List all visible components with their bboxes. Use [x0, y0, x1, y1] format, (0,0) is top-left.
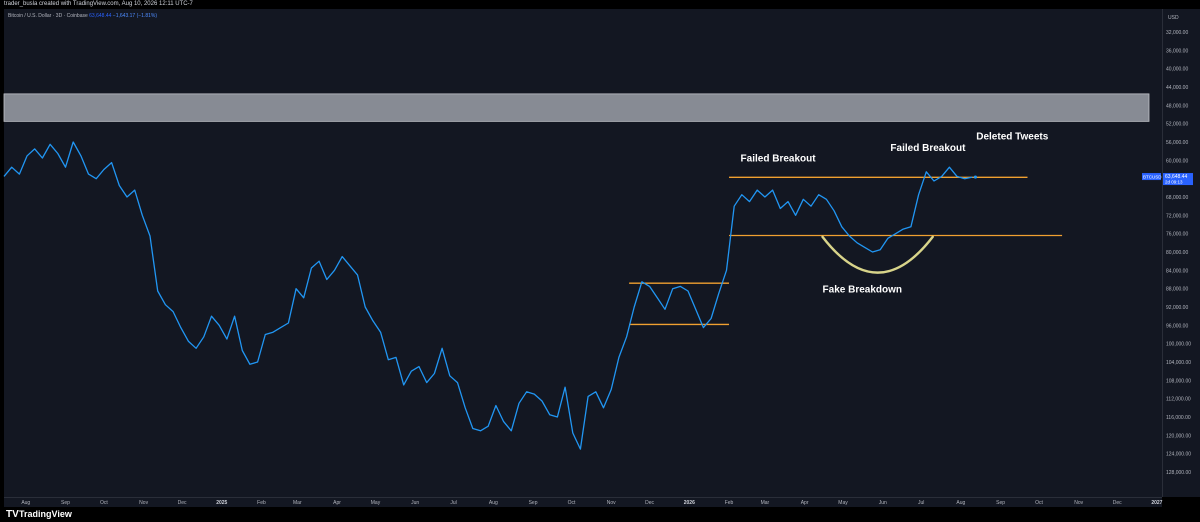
price-tick: 96,000.00	[1166, 323, 1188, 329]
time-tick: May	[371, 500, 381, 506]
annotation-3: Deleted Tweets	[976, 132, 1048, 143]
time-tick: Dec	[178, 500, 187, 506]
fake-breakdown-arc-layer	[821, 235, 934, 274]
annotation-4: Fake Breakdown	[823, 284, 902, 295]
price-line-layer	[3, 141, 973, 450]
badge-time: 2d 09:13	[1165, 180, 1183, 185]
tradingview-logo: TV	[6, 509, 19, 520]
time-tick: Mar	[293, 500, 302, 506]
time-tick: May	[838, 500, 848, 506]
time-tick: Aug	[956, 500, 965, 506]
annotation-2: Failed Breakout	[890, 143, 966, 154]
price-tick: 128,000.00	[1166, 470, 1191, 476]
price-tick: 52,000.00	[1166, 122, 1188, 128]
footer-bar: TV TradingView	[0, 507, 1200, 522]
price-tick: 48,000.00	[1166, 103, 1188, 109]
price-tick: 84,000.00	[1166, 268, 1188, 274]
annotations-layer: Failed Breakout Failed Breakout Deleted Tw…	[741, 132, 1049, 296]
time-tick: 2025	[216, 500, 227, 506]
time-tick: Feb	[257, 500, 266, 506]
price-tick: 80,000.00	[1166, 250, 1188, 256]
time-tick: Nov	[139, 500, 148, 506]
time-tick: Mar	[761, 500, 770, 506]
price-tick: 56,000.00	[1166, 140, 1188, 146]
price-tick: 68,000.00	[1166, 195, 1188, 201]
price-tick: 72,000.00	[1166, 213, 1188, 219]
time-tick: Sep	[996, 500, 1005, 506]
price-tick: 36,000.00	[1166, 48, 1188, 54]
price-tick: 124,000.00	[1166, 452, 1191, 458]
time-tick: Jun	[879, 500, 887, 506]
price-tick: 32,000.00	[1166, 30, 1188, 36]
time-tick: Jun	[411, 500, 419, 506]
resistance-band-layer	[3, 93, 1150, 122]
annotation-1: Failed Breakout	[741, 154, 817, 165]
time-axis-ticks: Aug Sep Oct Nov Dec 2025 Feb Mar Apr May Jun Jul Aug…	[21, 500, 1162, 506]
badge-symbol: BTCUSD	[1143, 175, 1162, 180]
price-tick: 44,000.00	[1166, 85, 1188, 91]
resistance-band	[3, 93, 1150, 122]
last-price-dot	[973, 175, 978, 179]
time-tick: Nov	[607, 500, 616, 506]
price-tick: 76,000.00	[1166, 232, 1188, 238]
price-tick: 104,000.00	[1166, 360, 1191, 366]
fake-breakdown-arc	[821, 235, 934, 274]
time-tick: Oct	[568, 500, 576, 506]
time-tick: Aug	[489, 500, 498, 506]
price-tick: 88,000.00	[1166, 287, 1188, 293]
time-tick: 2027	[1151, 500, 1162, 506]
price-tick: 100,000.00	[1166, 342, 1191, 348]
btc-price-line	[3, 141, 973, 450]
time-tick: Sep	[61, 500, 70, 506]
time-tick: 2026	[684, 500, 695, 506]
level-lines-layer	[629, 176, 1063, 326]
time-tick: Nov	[1074, 500, 1083, 506]
price-tick: 112,000.00	[1166, 397, 1191, 403]
price-tick: 92,000.00	[1166, 305, 1188, 311]
price-tick: 116,000.00	[1166, 415, 1191, 421]
last-price-badge-layer: BTCUSD 63,648.442d 09:13	[973, 173, 1193, 186]
time-tick: Jul	[918, 500, 924, 506]
currency-label: USD	[1168, 15, 1179, 21]
time-tick: Oct	[1035, 500, 1043, 506]
price-tick: 108,000.00	[1166, 378, 1191, 384]
time-tick: Jul	[450, 500, 456, 506]
price-chart: Failed Breakout Failed Breakout Deleted Tw…	[3, 15, 1193, 506]
price-tick: 60,000.00	[1166, 158, 1188, 164]
tradingview-brand: TradingView	[19, 509, 72, 519]
price-tick: 120,000.00	[1166, 433, 1191, 439]
price-tick: 40,000.00	[1166, 67, 1188, 73]
time-tick: Dec	[1113, 500, 1122, 506]
time-tick: Aug	[21, 500, 30, 506]
time-tick: Dec	[645, 500, 654, 506]
price-axis-ticks: USD 32,000.00 36,000.00 40,000.00 44,000.00 4…	[1166, 15, 1191, 476]
time-tick: Oct	[100, 500, 108, 506]
time-tick: Apr	[333, 500, 341, 506]
time-tick: Apr	[801, 500, 809, 506]
time-tick: Sep	[529, 500, 538, 506]
time-tick: Feb	[725, 500, 734, 506]
